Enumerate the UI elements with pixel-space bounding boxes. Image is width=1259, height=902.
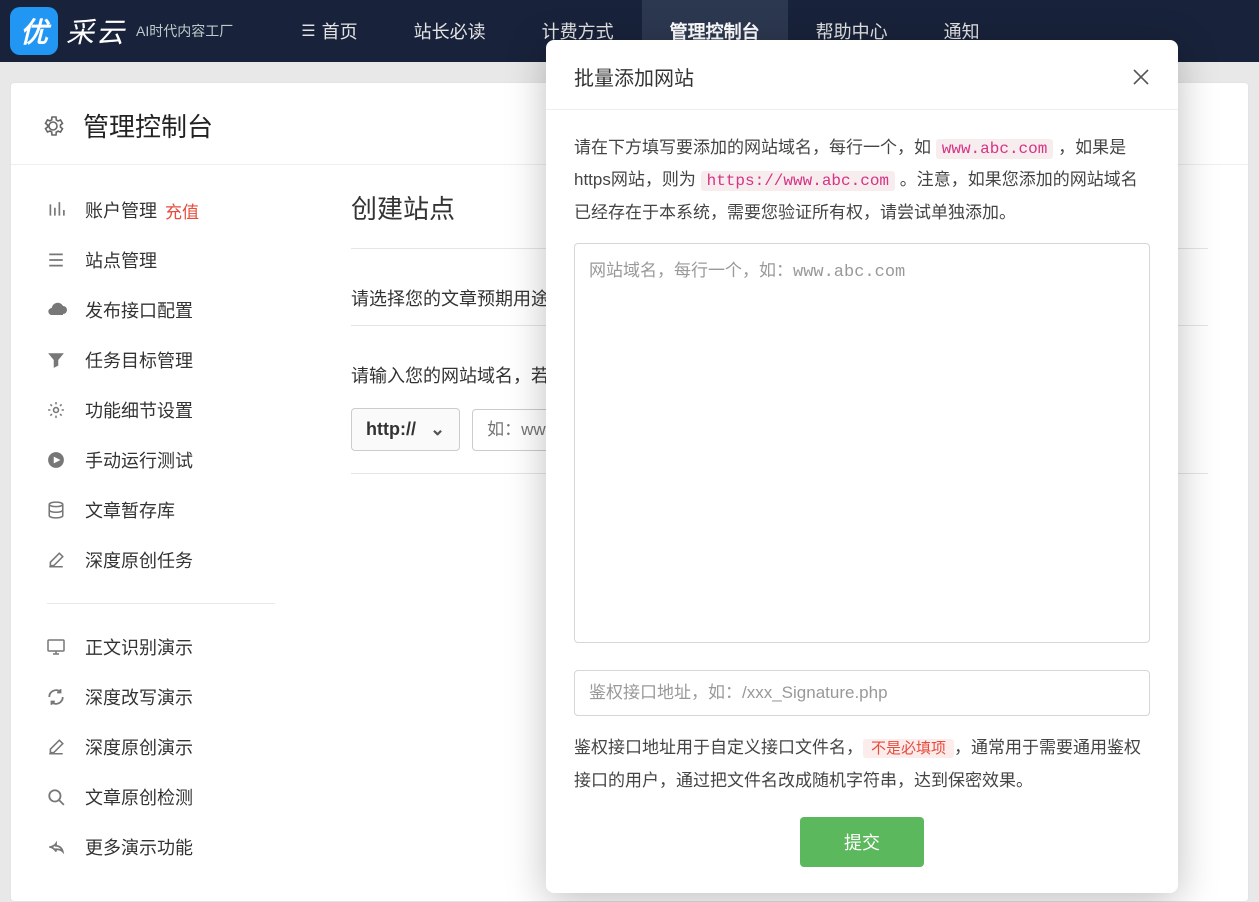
batch-add-modal: 批量添加网站 请在下方填写要添加的网站域名，每行一个，如 www.abc.com…: [546, 40, 1178, 893]
sidebar-item[interactable]: 文章暂存库: [47, 485, 311, 535]
sidebar-item[interactable]: 账户管理充值: [47, 185, 311, 235]
domains-textarea[interactable]: [574, 243, 1150, 643]
optional-tag: 不是必填项: [863, 739, 954, 758]
sidebar-item-label: 账户管理: [85, 197, 157, 223]
console-title: 管理控制台: [83, 107, 213, 144]
brand-logo[interactable]: 优 采云 AI时代内容工厂: [0, 7, 233, 55]
modal-description: 请在下方填写要添加的网站域名，每行一个，如 www.abc.com ，如果是ht…: [574, 132, 1150, 229]
cogs-icon: [47, 401, 73, 419]
sidebar-separator: [47, 603, 275, 604]
nav-home[interactable]: ☰ 首页: [273, 0, 385, 62]
sidebar-item-label: 深度改写演示: [85, 684, 193, 710]
list-icon: [47, 251, 73, 269]
sidebar-item-label: 深度原创演示: [85, 734, 193, 760]
recharge-badge[interactable]: 充值: [165, 198, 199, 223]
gear-icon: [41, 114, 65, 138]
sidebar-item[interactable]: 深度原创演示: [47, 722, 311, 772]
sidebar-item-label: 站点管理: [85, 247, 157, 273]
sidebar-item[interactable]: 深度原创任务: [47, 535, 311, 585]
sidebar-item-label: 文章原创检测: [85, 784, 193, 810]
sidebar-item-label: 手动运行测试: [85, 447, 193, 473]
sidebar-item-label: 发布接口配置: [85, 297, 193, 323]
chevron-down-icon: ⌄: [430, 419, 445, 440]
cloud-icon: [47, 302, 73, 318]
search-icon: [47, 788, 73, 806]
submit-button[interactable]: 提交: [800, 817, 924, 867]
sidebar-item-label: 正文识别演示: [85, 634, 193, 660]
brand-name: 采云: [66, 11, 126, 51]
protocol-value: http://: [366, 419, 416, 440]
sidebar-item-label: 深度原创任务: [85, 547, 193, 573]
auth-url-input[interactable]: [574, 670, 1150, 716]
sidebar-item[interactable]: 站点管理: [47, 235, 311, 285]
sidebar-item-label: 文章暂存库: [85, 497, 175, 523]
modal-title: 批量添加网站: [574, 62, 694, 91]
nav-webmaster[interactable]: 站长必读: [386, 0, 514, 62]
sidebar-item-label: 任务目标管理: [85, 347, 193, 373]
code-example-1: www.abc.com: [936, 139, 1054, 159]
sidebar: 账户管理充值站点管理发布接口配置任务目标管理功能细节设置手动运行测试文章暂存库深…: [11, 165, 311, 892]
edit-icon: [47, 551, 73, 569]
auth-description: 鉴权接口地址用于自定义接口文件名，不是必填项，通常用于需要通用鉴权接口的用户，通…: [574, 732, 1150, 797]
sidebar-item[interactable]: 文章原创检测: [47, 772, 311, 822]
sidebar-item[interactable]: 任务目标管理: [47, 335, 311, 385]
list-icon: ☰: [301, 21, 315, 41]
sidebar-item[interactable]: 深度改写演示: [47, 672, 311, 722]
sidebar-item[interactable]: 手动运行测试: [47, 435, 311, 485]
brand-subtitle: AI时代内容工厂: [136, 21, 233, 41]
sidebar-item[interactable]: 正文识别演示: [47, 622, 311, 672]
sidebar-item-label: 更多演示功能: [85, 834, 193, 860]
code-example-2: https://www.abc.com: [701, 171, 895, 191]
refresh-icon: [47, 688, 73, 706]
nav-label: 站长必读: [414, 18, 486, 44]
monitor-icon: [47, 639, 73, 655]
sidebar-item[interactable]: 发布接口配置: [47, 285, 311, 335]
protocol-select[interactable]: http:// ⌄: [351, 408, 460, 451]
close-icon[interactable]: [1132, 68, 1150, 86]
sidebar-item[interactable]: 更多演示功能: [47, 822, 311, 872]
sidebar-item[interactable]: 功能细节设置: [47, 385, 311, 435]
sidebar-item-label: 功能细节设置: [85, 397, 193, 423]
nav-label: 首页: [322, 18, 358, 44]
logo-icon: 优: [10, 7, 58, 55]
filter-icon: [47, 351, 73, 369]
play-icon: [47, 451, 73, 469]
edit-icon: [47, 738, 73, 756]
bars-icon: [47, 201, 73, 219]
share-icon: [47, 838, 73, 856]
db-icon: [47, 501, 73, 519]
